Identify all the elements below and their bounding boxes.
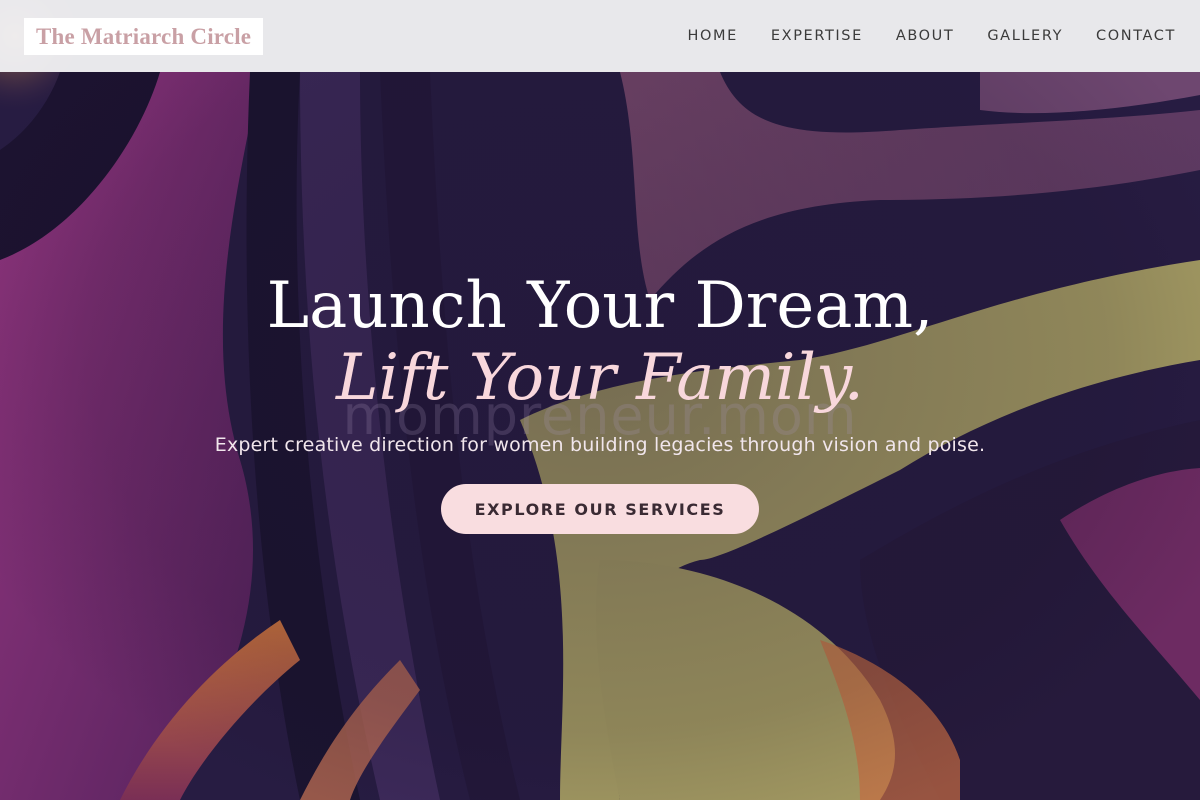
nav-expertise-link[interactable]: EXPERTISE [771, 28, 863, 44]
hero-title: Launch Your Dream, Lift Your Family. [0, 270, 1200, 414]
hero-subtitle: Expert creative direction for women buil… [214, 434, 986, 456]
explore-services-button[interactable]: EXPLORE OUR SERVICES [441, 484, 759, 534]
hero-title-line-2: Lift Your Family. [336, 341, 864, 415]
page: The Matriarch Circle HOME EXPERTISE ABOU… [0, 0, 1200, 800]
nav-home-link[interactable]: HOME [688, 28, 738, 44]
nav-contact-link[interactable]: CONTACT [1096, 28, 1176, 44]
nav-gallery-link[interactable]: GALLERY [987, 28, 1063, 44]
logo[interactable]: The Matriarch Circle [24, 17, 264, 55]
hero-section: Launch Your Dream, Lift Your Family. Exp… [0, 270, 1200, 534]
nav-about-link[interactable]: ABOUT [896, 28, 955, 44]
logo-text: The Matriarch Circle [36, 23, 252, 49]
site-header: The Matriarch Circle HOME EXPERTISE ABOU… [0, 0, 1200, 72]
hero-title-line-1: Launch Your Dream, [266, 269, 934, 343]
main-nav: HOME EXPERTISE ABOUT GALLERY CONTACT [688, 28, 1176, 44]
